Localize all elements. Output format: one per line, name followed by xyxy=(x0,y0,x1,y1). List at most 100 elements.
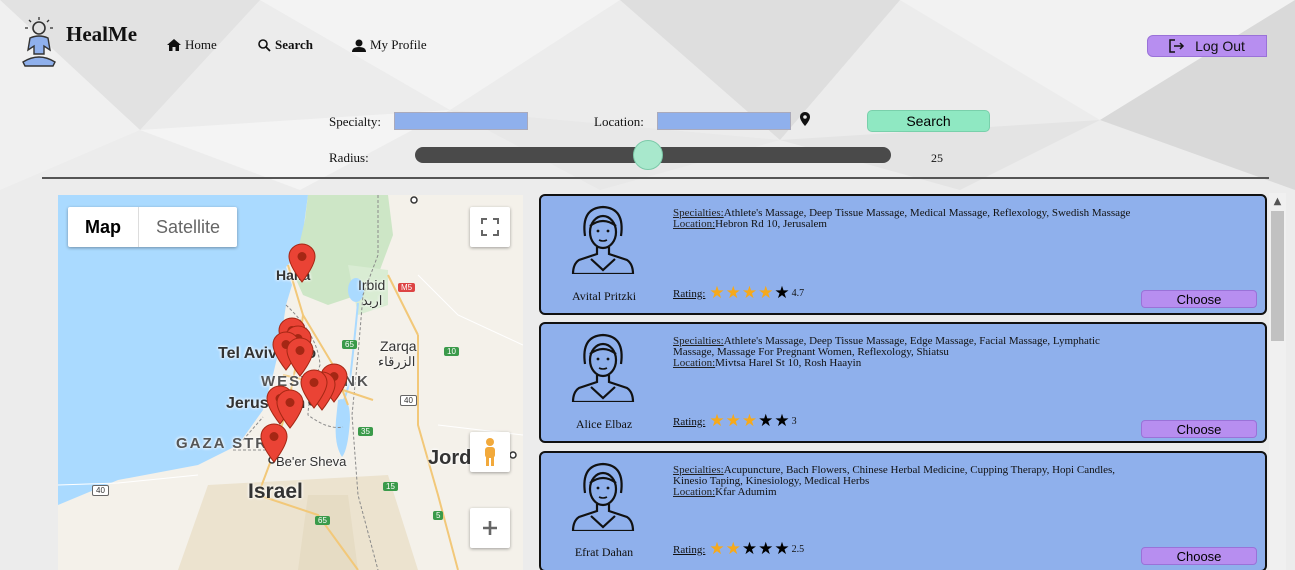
logout-label: Log Out xyxy=(1195,38,1245,54)
radius-value: 25 xyxy=(931,151,943,165)
logout-icon xyxy=(1169,39,1185,53)
zoom-in-button[interactable] xyxy=(470,508,510,548)
location-input[interactable] xyxy=(657,112,791,130)
search-icon xyxy=(258,38,271,52)
location-value: Kfar Adumim xyxy=(715,486,777,498)
star-filled-icon: ★ xyxy=(725,283,741,303)
road-shield: 40 xyxy=(400,395,417,406)
nav-home[interactable]: Home xyxy=(167,37,217,53)
road-shield: 5 xyxy=(433,511,444,520)
star-empty-icon: ★ xyxy=(758,411,774,431)
provider-card: Alice Elbaz Specialties:Athlete's Massag… xyxy=(539,322,1267,443)
provider-list-scrollbar[interactable]: ▲ xyxy=(1269,193,1286,570)
map-type-toggle[interactable]: Map Satellite xyxy=(68,207,238,247)
scroll-thumb[interactable] xyxy=(1271,211,1284,341)
road-shield: 15 xyxy=(383,482,398,491)
rating-label: Rating: xyxy=(673,415,706,428)
nav-home-label: Home xyxy=(185,37,217,52)
logout-button[interactable]: Log Out xyxy=(1147,35,1267,57)
meditation-icon xyxy=(22,17,56,67)
star-rating: ★★★★★ xyxy=(709,285,790,302)
choose-button[interactable]: Choose xyxy=(1141,420,1257,438)
provider-card: Efrat Dahan Specialties:Acupuncture, Bac… xyxy=(539,451,1267,570)
choose-button[interactable]: Choose xyxy=(1141,290,1257,308)
star-empty-icon: ★ xyxy=(774,411,790,431)
rating: Rating: ★★★★★ 4.7 xyxy=(673,285,804,302)
star-filled-icon: ★ xyxy=(709,539,725,559)
location-pin-icon[interactable] xyxy=(800,112,810,126)
specialty-input[interactable] xyxy=(394,112,528,130)
star-empty-icon: ★ xyxy=(774,283,790,303)
radius-slider-thumb[interactable] xyxy=(633,140,664,170)
map-label: اربد xyxy=(362,293,383,308)
road-shield: 65 xyxy=(315,516,330,525)
user-icon xyxy=(352,39,366,52)
choose-button[interactable]: Choose xyxy=(1141,547,1257,565)
rating-label: Rating: xyxy=(673,287,706,300)
provider-name: Efrat Dahan xyxy=(574,545,634,559)
map-marker-icon[interactable] xyxy=(260,423,288,463)
star-filled-icon: ★ xyxy=(725,411,741,431)
radius-label: Radius: xyxy=(329,150,369,165)
satellite-tab[interactable]: Satellite xyxy=(138,207,237,247)
app-logo[interactable]: HealMe xyxy=(20,16,137,68)
pegman-icon xyxy=(485,438,495,466)
location-key: Location: xyxy=(673,357,716,369)
rating-value: 4.7 xyxy=(791,288,805,299)
star-filled-icon: ★ xyxy=(725,539,741,559)
avatar-icon xyxy=(571,462,635,531)
star-filled-icon: ★ xyxy=(709,283,725,303)
scroll-up-arrow[interactable]: ▲ xyxy=(1269,193,1286,210)
road-shield: 40 xyxy=(92,485,109,496)
location-key: Location: xyxy=(673,486,716,498)
provider-info: Specialties:Acupuncture, Bach Flowers, C… xyxy=(673,465,1133,498)
home-icon xyxy=(167,39,181,51)
rating-value: 3 xyxy=(791,416,797,427)
app-name: HealMe xyxy=(66,22,138,46)
provider-name: Avital Pritzki xyxy=(571,289,637,303)
rating-value: 2.5 xyxy=(791,544,805,555)
location-label: Location: xyxy=(594,114,644,129)
street-view-button[interactable] xyxy=(470,432,510,472)
plus-icon xyxy=(483,521,497,535)
road-shield: 10 xyxy=(444,347,459,356)
map-view[interactable]: M5 65 40 35 15 40 10 5 65 Irbid اربد Zar… xyxy=(58,195,523,570)
star-empty-icon: ★ xyxy=(774,539,790,559)
rating-label: Rating: xyxy=(673,543,706,556)
star-rating: ★★★★★ xyxy=(709,541,790,558)
star-filled-icon: ★ xyxy=(709,411,725,431)
road-shield: M5 xyxy=(398,283,416,292)
map-marker-icon[interactable] xyxy=(288,243,316,283)
star-filled-icon: ★ xyxy=(758,283,774,303)
star-empty-icon: ★ xyxy=(741,539,758,559)
provider-name: Alice Elbaz xyxy=(575,417,633,431)
star-filled-icon: ★ xyxy=(741,411,758,431)
map-label: الزرقاء xyxy=(378,354,416,369)
location-value: Mivtsa Harel St 10, Rosh Haayin xyxy=(715,357,862,369)
star-empty-icon: ★ xyxy=(758,539,774,559)
divider xyxy=(42,177,1269,179)
rating: Rating: ★★★★★ 2.5 xyxy=(673,541,804,558)
search-button[interactable]: Search xyxy=(867,110,990,132)
location-value: Hebron Rd 10, Jerusalem xyxy=(715,218,827,230)
map-label: Irbid xyxy=(358,277,386,293)
map-label: Israel xyxy=(248,480,303,503)
nav-profile[interactable]: My Profile xyxy=(352,37,427,53)
provider-card: Avital Pritzki Specialties:Athlete's Mas… xyxy=(539,194,1267,315)
nav-search[interactable]: Search xyxy=(258,37,313,53)
specialty-label: Specialty: xyxy=(329,114,381,129)
location-key: Location: xyxy=(673,218,716,230)
fullscreen-icon xyxy=(481,218,499,236)
map-marker-icon[interactable] xyxy=(300,369,328,409)
nav-profile-label: My Profile xyxy=(370,37,427,52)
map-tab[interactable]: Map xyxy=(68,207,138,247)
specialties-value: Athlete's Massage, Deep Tissue Massage, … xyxy=(673,335,1100,358)
fullscreen-button[interactable] xyxy=(470,207,510,247)
rating: Rating: ★★★★★ 3 xyxy=(673,413,797,430)
star-rating: ★★★★★ xyxy=(709,413,790,430)
avatar-icon xyxy=(571,205,635,274)
map-label: Zarqa xyxy=(380,338,417,354)
avatar-icon xyxy=(571,333,635,402)
nav-search-label: Search xyxy=(275,37,314,52)
provider-list[interactable]: Avital Pritzki Specialties:Athlete's Mas… xyxy=(539,193,1267,570)
